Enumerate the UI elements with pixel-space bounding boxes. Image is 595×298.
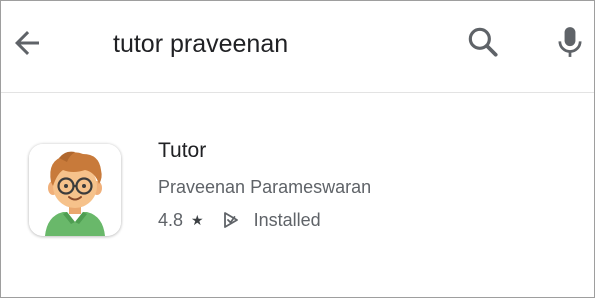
- app-meta: 4.8 ★ Installed: [158, 209, 321, 231]
- installed-icon: [223, 212, 238, 229]
- search-button[interactable]: [464, 23, 502, 61]
- install-status: Installed: [253, 209, 321, 230]
- developer-name: Praveenan Parameswaran: [158, 177, 372, 197]
- star-icon: ★: [191, 211, 204, 228]
- search-icon: [468, 27, 498, 57]
- voice-search-button[interactable]: [553, 23, 587, 61]
- back-button[interactable]: [9, 25, 45, 61]
- app-window: tutor praveenan Tutor Praveenan Paramesw…: [0, 0, 595, 298]
- divider: [1, 92, 594, 93]
- rating-value: 4.8: [158, 209, 184, 230]
- search-bar: tutor praveenan: [1, 1, 594, 91]
- tutor-avatar-icon: [29, 144, 121, 236]
- app-title: Tutor: [158, 139, 207, 162]
- microphone-icon: [558, 27, 582, 57]
- search-query[interactable]: tutor praveenan: [113, 26, 288, 62]
- arrow-left-icon: [15, 31, 39, 55]
- search-result-app[interactable]: Tutor Praveenan Parameswaran 4.8 ★ Insta…: [1, 111, 594, 261]
